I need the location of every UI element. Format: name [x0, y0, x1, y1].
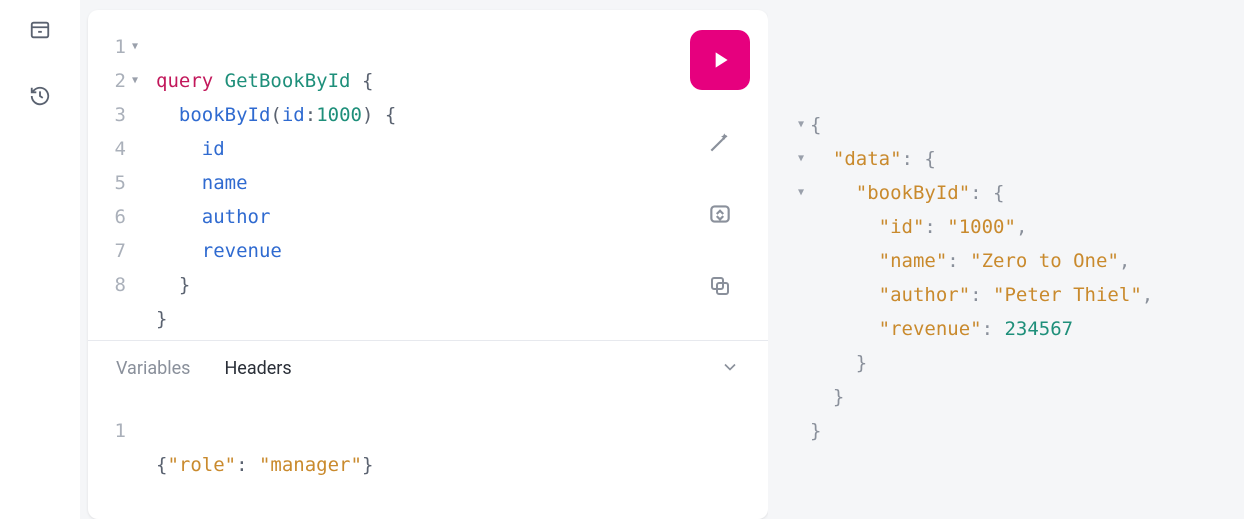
lower-tabs: Variables Headers	[88, 340, 768, 396]
tab-headers[interactable]: Headers	[224, 358, 291, 379]
editor-tools	[690, 30, 750, 306]
query-editor[interactable]: 1▼ 2▼ 3▼ 4▼ 5▼ 6▼ 7▼ 8▼ query GetBookByI…	[88, 10, 768, 340]
query-panel: 1▼ 2▼ 3▼ 4▼ 5▼ 6▼ 7▼ 8▼ query GetBookByI…	[88, 10, 768, 519]
merge-icon[interactable]	[700, 194, 740, 234]
headers-editor[interactable]: 1▼ {"role": "manager"}	[88, 396, 768, 482]
fold-caret-icon[interactable]: ▼	[132, 64, 138, 98]
archive-icon[interactable]	[28, 18, 52, 42]
tab-variables[interactable]: Variables	[116, 358, 190, 379]
code-area[interactable]: query GetBookById { bookById(id:1000) { …	[146, 10, 406, 340]
run-button[interactable]	[690, 30, 750, 90]
copy-icon[interactable]	[700, 266, 740, 306]
fold-caret-icon[interactable]: ▼	[132, 30, 138, 64]
left-rail	[0, 0, 80, 519]
workspace: 1▼ 2▼ 3▼ 4▼ 5▼ 6▼ 7▼ 8▼ query GetBookByI…	[80, 0, 1244, 519]
history-icon[interactable]	[28, 84, 52, 108]
prettify-icon[interactable]	[700, 122, 740, 162]
chevron-down-icon[interactable]	[720, 357, 740, 381]
response-panel: ▼ { ▼ "data": { ▼ "bookById": { "id": "1…	[768, 10, 1244, 519]
gutter: 1▼ 2▼ 3▼ 4▼ 5▼ 6▼ 7▼ 8▼	[88, 10, 146, 340]
